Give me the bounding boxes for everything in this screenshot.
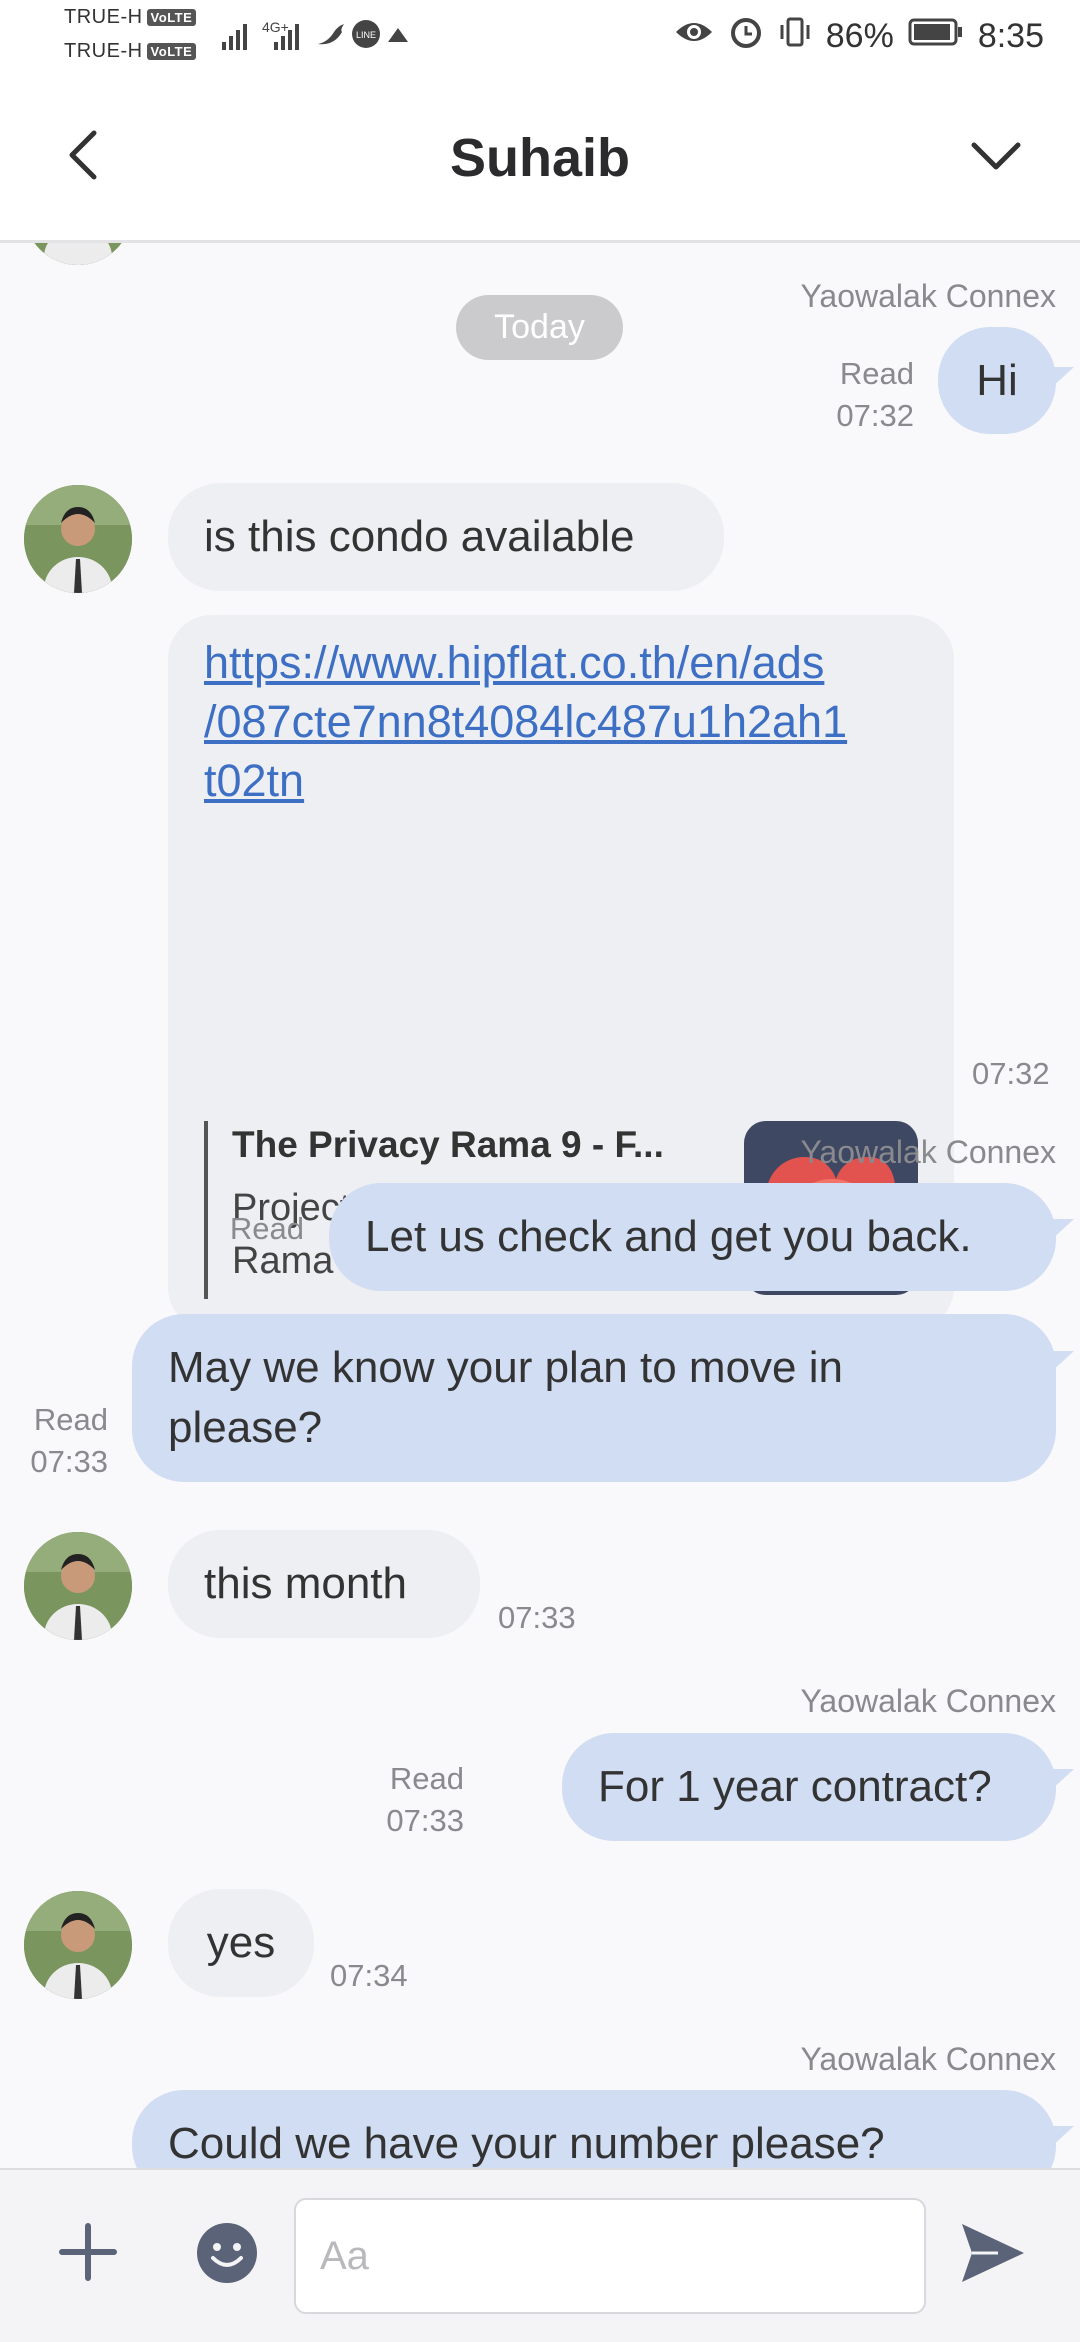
send-button[interactable] <box>958 2220 1028 2286</box>
message-text: yes <box>206 1918 276 1967</box>
bubble-tail <box>1050 1769 1074 1791</box>
outgoing-message[interactable]: Hi <box>938 327 1056 434</box>
outgoing-message[interactable]: May we know your plan to move in please? <box>132 1314 1056 1482</box>
volte-badge: VoLTE <box>146 9 197 27</box>
battery-percent: 86% <box>825 17 894 55</box>
eye-icon <box>674 17 714 56</box>
sender-name: Yaowalak Connex <box>800 1683 1056 1719</box>
sender-name: Yaowalak Connex <box>800 278 1056 314</box>
message-meta: Read 07:33 <box>386 1758 464 1842</box>
chat-header: Suhaib <box>0 75 1080 243</box>
outgoing-message[interactable]: For 1 year contract? <box>562 1733 1056 1841</box>
incoming-message[interactable]: this month <box>168 1530 480 1638</box>
carrier-1-label: TRUE-H <box>64 6 143 28</box>
read-status: Read <box>839 356 914 391</box>
message-time: 07:33 <box>498 1600 576 1635</box>
message-list[interactable]: Yaowalak Connex Today Read 07:32 Hi is t… <box>0 243 1080 2168</box>
chat-title: Suhaib <box>449 128 630 188</box>
message-text: Hi <box>976 356 1018 405</box>
message-text: For 1 year contract? <box>598 1762 992 1811</box>
message-time: 07:34 <box>330 1958 408 1993</box>
add-attachment-button[interactable] <box>56 2220 120 2284</box>
vibrate-icon <box>778 15 812 58</box>
message-meta: Read 07:32 <box>836 353 914 437</box>
chevron-down-icon <box>971 142 1021 170</box>
read-status: Read <box>389 1761 464 1796</box>
message-input-bar <box>0 2168 1080 2342</box>
date-divider: Today <box>456 295 623 360</box>
svg-text:LINE: LINE <box>356 30 376 40</box>
plus-icon <box>59 2223 117 2281</box>
bubble-tail <box>1050 1351 1074 1373</box>
volte-badge: VoLTE <box>146 43 197 61</box>
message-time: 07:33 <box>30 1444 108 1479</box>
message-text: please? <box>168 1403 323 1452</box>
send-icon <box>962 2224 1024 2282</box>
message-time: 07:32 <box>836 398 914 433</box>
message-link[interactable]: https://www.hipflat.co.th/en/ads /087cte… <box>204 633 847 810</box>
sender-name: Yaowalak Connex <box>800 2041 1056 2077</box>
battery-icon <box>908 17 964 56</box>
preview-title: The Privacy Rama 9 - F... <box>232 1124 664 1165</box>
read-status: Read <box>33 1402 108 1437</box>
preview-divider <box>204 1121 208 1299</box>
carrier-2: TRUE-H VoLTE <box>64 40 197 63</box>
message-input-container[interactable] <box>294 2198 926 2314</box>
incoming-message[interactable]: is this condo available <box>168 483 724 591</box>
carrier-1: TRUE-H VoLTE <box>64 6 197 29</box>
read-status: Read <box>229 1211 304 1246</box>
emoji-smile-icon <box>197 2223 257 2283</box>
signal-icons: 4G+ LINE <box>218 14 438 62</box>
link-line: /087cte7nn8t4084lc487u1h2ah1 <box>204 696 848 747</box>
alarm-icon <box>728 14 764 59</box>
link-line: https://www.hipflat.co.th/en/ads <box>204 637 825 688</box>
message-time: 07:33 <box>386 1803 464 1838</box>
avatar[interactable] <box>24 1891 132 1999</box>
outgoing-message[interactable]: Let us check and get you back. <box>329 1183 1056 1291</box>
incoming-message[interactable]: yes <box>168 1889 314 1997</box>
emoji-button[interactable] <box>196 2222 258 2284</box>
carrier-2-label: TRUE-H <box>64 40 143 62</box>
avatar[interactable] <box>24 485 132 593</box>
bubble-tail <box>1050 1219 1074 1241</box>
message-input[interactable] <box>296 2200 924 2312</box>
avatar[interactable] <box>24 1532 132 1640</box>
status-right: 86% 8:35 <box>674 14 1044 59</box>
bubble-tail <box>1050 2126 1074 2148</box>
clock-time: 8:35 <box>977 17 1044 55</box>
avatar[interactable] <box>24 243 132 265</box>
message-time: 07:32 <box>972 1056 1050 1091</box>
link-line: t02tn <box>204 755 305 806</box>
message-text: Could we have your number please? <box>168 2119 885 2168</box>
message-meta: Read 07:33 <box>30 1399 108 1483</box>
signal-strength-icon: 4G+ LINE <box>222 19 408 50</box>
message-text: this month <box>204 1559 407 1608</box>
message-text: is this condo available <box>204 512 635 561</box>
status-bar: TRUE-H VoLTE TRUE-H VoLTE 4G+ LINE 86% 8:3… <box>0 0 1080 75</box>
menu-dropdown-button[interactable] <box>966 125 1026 185</box>
outgoing-message[interactable]: Could we have your number please? <box>132 2090 1056 2168</box>
bubble-tail <box>1050 367 1074 389</box>
sender-name: Yaowalak Connex <box>800 1134 1056 1170</box>
message-text: May we know your plan to move in <box>168 1343 843 1392</box>
message-text: Let us check and get you back. <box>365 1212 972 1261</box>
network-type: 4G+ <box>262 19 289 35</box>
